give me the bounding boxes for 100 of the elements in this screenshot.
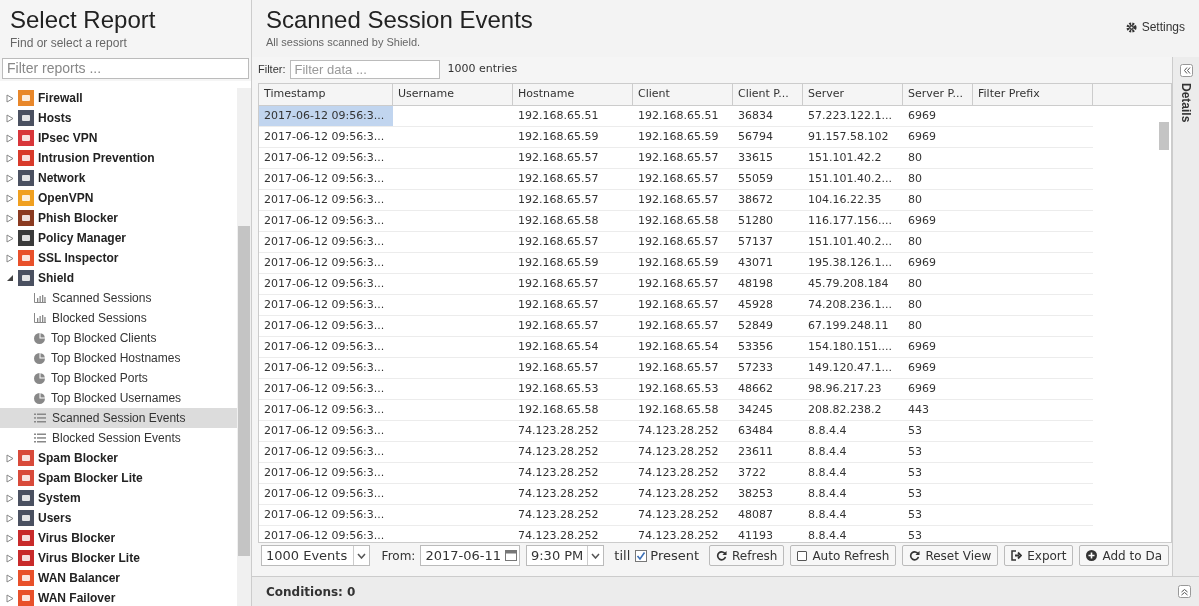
filter-field[interactable]: Filter data ... [289, 60, 440, 79]
table-cell-text: 63484 [737, 422, 774, 439]
table-cell-text: 116.177.156.... [807, 212, 893, 229]
tree-item[interactable]: Spam Blocker Lite [0, 468, 237, 488]
panel-title: Select Report [10, 6, 157, 34]
column-header[interactable]: Filter Prefix [973, 84, 1093, 105]
table-cell-text: 74.123.28.252 [637, 527, 720, 542]
column-header[interactable]: Hostname [513, 84, 633, 105]
bar-chart-icon [34, 293, 46, 303]
table-cell-text: 192.168.65.51 [517, 107, 600, 124]
table-cell-text: 6969 [907, 107, 937, 124]
tree-item[interactable]: Hosts [0, 108, 237, 128]
table-cell-text: 8.8.4.4 [807, 443, 848, 460]
time-dropdown[interactable]: 9:30 PM [525, 545, 605, 566]
table-cell-text: 56794 [737, 128, 774, 145]
tree-item[interactable]: Scanned Session Events [0, 408, 237, 428]
table-cell-text: 192.168.65.57 [637, 317, 720, 334]
tree-item[interactable]: Top Blocked Hostnames [0, 348, 237, 368]
table-cell-text: 80 [907, 191, 923, 208]
table-cell-text: 74.123.28.252 [637, 485, 720, 502]
tree-item[interactable]: Spam Blocker [0, 448, 237, 468]
tree-item[interactable]: Virus Blocker Lite [0, 548, 237, 568]
table-cell-text: 74.123.28.252 [637, 506, 720, 523]
toggle-button[interactable]: Auto Refresh [790, 545, 897, 566]
tree-item[interactable]: Phish Blocker [0, 208, 237, 228]
tree-item[interactable]: Policy Manager [0, 228, 237, 248]
tree-item[interactable]: Blocked Session Events [0, 428, 237, 448]
table-cell-text: 74.123.28.252 [637, 443, 720, 460]
column-header[interactable]: Timestamp [259, 84, 393, 105]
tree-item[interactable]: Scanned Sessions [0, 288, 237, 308]
table-cell: 2017-06-12 09:56:3... [259, 106, 393, 126]
tree-item[interactable]: Blocked Sessions [0, 308, 237, 328]
table-cell-text: 33615 [737, 149, 774, 166]
table-cell-text: 2017-06-12 09:56:3... [263, 422, 386, 439]
table-cell-text: 192.168.65.54 [637, 338, 720, 355]
tree-item[interactable]: Top Blocked Clients [0, 328, 237, 348]
table-cell-text: 192.168.65.57 [517, 275, 600, 292]
table-cell-text: 48087 [737, 506, 774, 523]
settings-icon [1125, 21, 1137, 33]
table-cell-text: 192.168.65.57 [517, 233, 600, 250]
table-cell-text: 192.168.65.57 [517, 149, 600, 166]
filter-field[interactable]: Filter reports ... [2, 58, 249, 79]
table-cell-text: 192.168.65.53 [517, 380, 600, 397]
table-cell-text: 151.101.40.2... [807, 170, 893, 187]
column-header[interactable]: Server [803, 84, 903, 105]
table-cell-text: 23611 [737, 443, 774, 460]
table-cell-text: 67.199.248.11 [807, 317, 890, 334]
table-cell-text: 2017-06-12 09:56:3... [263, 128, 386, 145]
tree-item[interactable]: Firewall [0, 88, 237, 108]
table-cell-text: 74.123.28.252 [637, 422, 720, 439]
tree-item[interactable]: IPsec VPN [0, 128, 237, 148]
tree-item[interactable]: WAN Balancer [0, 568, 237, 588]
table-cell-text: 80 [907, 317, 923, 334]
table-cell-text: 2017-06-12 09:56:3... [263, 317, 386, 334]
tree-item[interactable]: Virus Blocker [0, 528, 237, 548]
table-cell-text: 192.168.65.51 [637, 107, 720, 124]
add-icon [1086, 550, 1098, 561]
tree-item[interactable]: WAN Failover [0, 588, 237, 606]
table-cell-text: 2017-06-12 09:56:3... [263, 275, 386, 292]
settings-button[interactable]: Settings [1125, 18, 1185, 36]
table-cell-text: 53 [907, 506, 923, 523]
column-header[interactable]: Client P... [733, 84, 803, 105]
table-cell-text: 104.16.22.35 [807, 191, 883, 208]
tree-item[interactable]: Shield [0, 268, 237, 288]
tree-item[interactable]: Network [0, 168, 237, 188]
tree-item[interactable]: System [0, 488, 237, 508]
table-cell-text: 57.223.122.1... [807, 107, 893, 124]
till-label: till [614, 546, 631, 565]
table-cell-text: 55059 [737, 170, 774, 187]
limit-dropdown[interactable]: 1000 Events [261, 545, 370, 566]
tree-item[interactable]: OpenVPN [0, 188, 237, 208]
scrollbar[interactable] [237, 88, 251, 606]
present-checkbox[interactable]: Present [635, 545, 700, 566]
tree-item[interactable]: Top Blocked Usernames [0, 388, 237, 408]
pie-chart-icon [34, 332, 45, 344]
toolbar-button[interactable]: Add to Da [1079, 545, 1169, 566]
toolbar-button[interactable]: Reset View [902, 545, 999, 566]
table-cell-text: 38672 [737, 191, 774, 208]
toolbar-button[interactable]: Refresh [709, 545, 785, 566]
table-cell-text: 38253 [737, 485, 774, 502]
details-tab[interactable]: Details [1172, 57, 1199, 576]
column-header[interactable]: Client [633, 84, 733, 105]
conditions-label: Conditions: 0 [266, 583, 356, 601]
table-cell-text: 192.168.65.57 [517, 359, 600, 376]
column-header[interactable]: Server P... [903, 84, 973, 105]
tree-item[interactable]: Users [0, 508, 237, 528]
tree-item[interactable]: SSL Inspector [0, 248, 237, 268]
table-cell-text: 6969 [907, 212, 937, 229]
table-cell-text: 6969 [907, 128, 937, 145]
table-cell-text: 2017-06-12 09:56:3... [263, 464, 386, 481]
tree-item[interactable]: Top Blocked Ports [0, 368, 237, 388]
table-cell-text: 2017-06-12 09:56:3... [263, 527, 386, 542]
toolbar-button[interactable]: Export [1004, 545, 1074, 566]
expand-icon[interactable] [1178, 585, 1191, 598]
tree-item[interactable]: Intrusion Prevention [0, 148, 237, 168]
table-cell-text: 2017-06-12 09:56:3... [263, 359, 386, 376]
table-cell-text: 8.8.4.4 [807, 422, 848, 439]
date-field[interactable]: 2017-06-11 [420, 545, 520, 566]
column-header[interactable]: Username [393, 84, 513, 105]
table-cell-text: 192.168.65.58 [517, 401, 600, 418]
